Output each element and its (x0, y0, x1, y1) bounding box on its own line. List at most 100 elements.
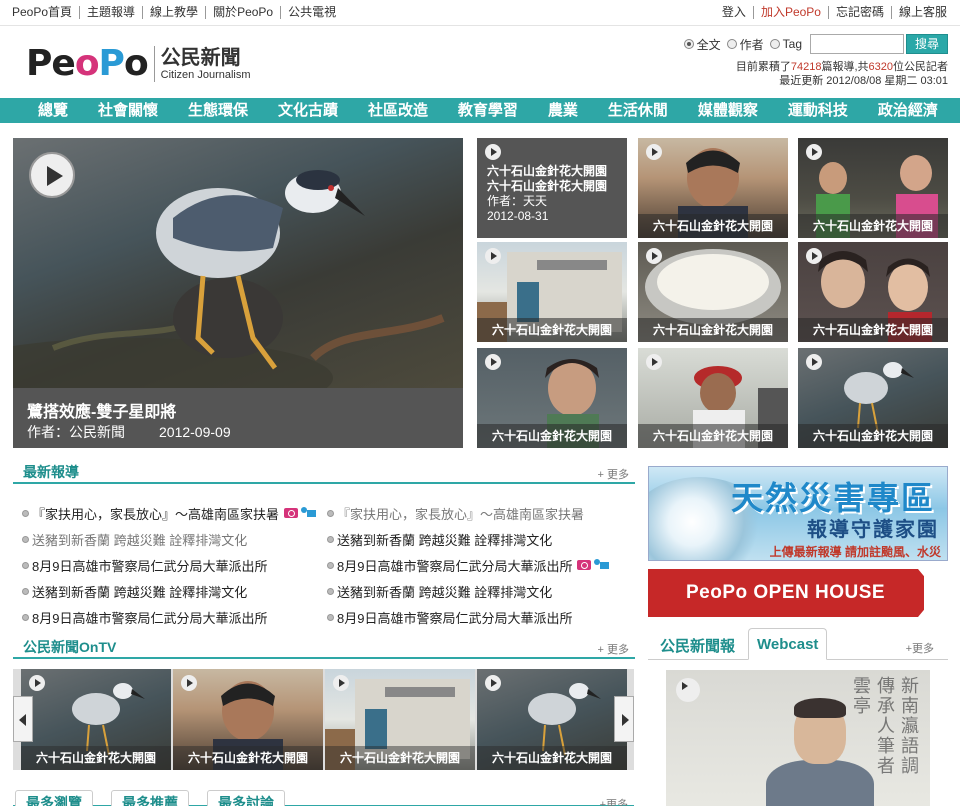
link-login[interactable]: 登入 (715, 6, 754, 19)
nav-education[interactable]: 教育學習 (458, 98, 518, 123)
play-icon[interactable] (806, 354, 822, 370)
search-input[interactable] (810, 34, 904, 54)
link-tutorial[interactable]: 線上教學 (143, 6, 207, 19)
video-thumb[interactable]: 六十石山金針花大開園 (477, 242, 627, 342)
news-item[interactable]: 送豬到新香蘭 跨越災難 詮釋排灣文化 (327, 530, 632, 549)
search-option-author[interactable]: 作者 (726, 36, 764, 53)
link-about[interactable]: 關於PeoPo (206, 6, 282, 19)
thumb-label: 六十石山金針花大開園 (638, 424, 788, 448)
latest-news-list: 『家扶用心，家長放心』～高雄南區家扶暑 『家扶用心，家長放心』～高雄南區家扶暑 … (22, 500, 632, 630)
top-bar: PeoPo首頁 主題報導 線上教學 關於PeoPo 公共電視 登入 加入PeoP… (0, 0, 960, 26)
play-icon[interactable] (676, 678, 700, 702)
tv-item[interactable]: 六十石山金針花大開園 (477, 669, 627, 770)
link-topics[interactable]: 主題報導 (80, 6, 144, 19)
tv-item[interactable]: 六十石山金針花大開園 (325, 669, 475, 770)
video-thumb[interactable]: 六十石山金針花大開園 (798, 242, 948, 342)
bullet-icon (327, 535, 334, 543)
nav-culture[interactable]: 文化古蹟 (278, 98, 338, 123)
video-thumb[interactable]: 六十石山金針花大開園 (798, 138, 948, 238)
search-option-fulltext[interactable]: 全文 (683, 36, 721, 53)
featured-date: 2012-09-09 (159, 424, 231, 440)
video-icon (301, 507, 317, 519)
nav-social[interactable]: 社會關懷 (98, 98, 158, 123)
play-icon[interactable] (806, 248, 822, 264)
play-icon[interactable] (806, 144, 822, 160)
play-icon[interactable] (485, 675, 501, 691)
news-item[interactable]: 『家扶用心，家長放心』～高雄南區家扶暑 (327, 504, 632, 523)
site-logo[interactable]: PeoPo 公民新聞 Citizen Journalism (26, 44, 251, 84)
section-title: 最新報導 (23, 464, 79, 480)
search-button[interactable]: 搜尋 (906, 34, 948, 54)
nav-sports-tech[interactable]: 運動科技 (788, 98, 848, 123)
nav-agriculture[interactable]: 農業 (548, 98, 578, 123)
link-peopo-home[interactable]: PeoPo首頁 (8, 6, 81, 19)
thumb-label: 六十石山金針花大開園 (638, 318, 788, 342)
link-forgot-password[interactable]: 忘記密碼 (829, 6, 892, 19)
featured-video[interactable]: 鷺搭效應-雙子星即將 作者：公民新聞 2012-09-09 (13, 138, 463, 448)
nav-community[interactable]: 社區改造 (368, 98, 428, 123)
webcast-player[interactable]: 新南瀛語調傳承人筆者雲亭 (666, 670, 930, 806)
nav-leisure[interactable]: 生活休閒 (608, 98, 668, 123)
video-thumb[interactable]: 六十石山金針花大開園 (638, 242, 788, 342)
play-icon[interactable] (333, 675, 349, 691)
tv-label: 六十石山金針花大開園 (173, 746, 323, 770)
video-thumb[interactable]: 六十石山金針花大開園 六十石山金針花大開園 作者：天天 2012-08-31 (477, 138, 627, 238)
news-item[interactable]: 8月9日高雄市警察局仁武分局大華派出所 (327, 608, 632, 627)
carousel-prev-arrow[interactable] (13, 696, 33, 742)
banner-note: 上傳最新報導 請加註颱風、水災 (769, 545, 941, 559)
link-join[interactable]: 加入PeoPo (754, 6, 829, 19)
news-item[interactable]: 送豬到新香蘭 跨越災難 詮釋排灣文化 (22, 582, 327, 601)
more-link[interactable]: +更多 (600, 796, 628, 806)
news-item[interactable]: 送豬到新香蘭 跨越災難 詮釋排灣文化 (22, 530, 327, 549)
logo-wordmark: PeoPo (26, 43, 149, 84)
play-icon[interactable] (29, 675, 45, 691)
play-icon[interactable] (485, 144, 501, 160)
nav-ecology[interactable]: 生態環保 (188, 98, 248, 123)
video-thumb[interactable]: 六十石山金針花大開園 (798, 348, 948, 448)
link-support[interactable]: 線上客服 (892, 6, 954, 19)
play-icon[interactable] (485, 354, 501, 370)
featured-title[interactable]: 鷺搭效應-雙子星即將 (27, 398, 176, 422)
video-thumb[interactable]: 六十石山金針花大開園 (477, 348, 627, 448)
photo-icon (284, 508, 299, 518)
play-icon[interactable] (646, 144, 662, 160)
nav-media[interactable]: 媒體觀察 (698, 98, 758, 123)
disaster-banner[interactable]: 天然災害專區 報導守護家園 上傳最新報導 請加註颱風、水災 (648, 466, 948, 561)
featured-photo (13, 138, 463, 418)
tab-most-recommended[interactable]: 最多推薦 (111, 790, 189, 806)
news-item[interactable]: 『家扶用心，家長放心』～高雄南區家扶暑 (22, 504, 327, 523)
search-option-tag[interactable]: Tag (769, 37, 802, 51)
play-icon[interactable] (646, 248, 662, 264)
banner-title: PeoPo OPEN HOUSE (686, 582, 886, 603)
news-row: 送豬到新香蘭 跨越災難 詮釋排灣文化 送豬到新香蘭 跨越災難 詮釋排灣文化 (22, 578, 632, 604)
tab-most-discussed[interactable]: 最多討論 (207, 790, 285, 806)
ontv-carousel: 六十石山金針花大開園 六十石山金針花大開園 六十石山金針花大開園 六十石山金針花… (13, 669, 634, 770)
news-item[interactable]: 8月9日高雄市警察局仁武分局大華派出所 (22, 556, 327, 575)
news-item[interactable]: 送豬到新香蘭 跨越災難 詮釋排灣文化 (327, 582, 632, 601)
play-icon[interactable] (485, 248, 501, 264)
nav-politics[interactable]: 政治經濟 (878, 98, 938, 123)
tv-item[interactable]: 六十石山金針花大開園 (21, 669, 171, 770)
tab-most-viewed[interactable]: 最多瀏覽 (15, 790, 93, 806)
openhouse-banner[interactable]: PeoPo OPEN HOUSE (648, 569, 948, 617)
play-icon[interactable] (181, 675, 197, 691)
more-link[interactable]: + 更多 (598, 641, 629, 657)
tv-item[interactable]: 六十石山金針花大開園 (173, 669, 323, 770)
tab-citizen-news[interactable]: 公民新聞報 (652, 628, 743, 660)
stats-count: 目前累積了74218篇報導,共6320位公民記者 (735, 61, 948, 73)
logo-text: 公民新聞 Citizen Journalism (161, 47, 251, 82)
tab-webcast[interactable]: Webcast (748, 628, 828, 660)
video-thumb[interactable]: 六十石山金針花大開園 (638, 138, 788, 238)
news-item[interactable]: 8月9日高雄市警察局仁武分局大華派出所 (22, 608, 327, 627)
news-item[interactable]: 8月9日高雄市警察局仁武分局大華派出所 (327, 556, 632, 575)
link-pts[interactable]: 公共電視 (281, 6, 343, 19)
tv-label: 六十石山金針花大開園 (477, 746, 627, 770)
more-link[interactable]: + 更多 (598, 466, 629, 482)
play-icon[interactable] (29, 152, 75, 198)
carousel-next-arrow[interactable] (614, 696, 634, 742)
nav-overview[interactable]: 總覽 (38, 98, 68, 123)
thumb-label: 六十石山金針花大開園 (477, 318, 627, 342)
play-icon[interactable] (646, 354, 662, 370)
video-thumb[interactable]: 六十石山金針花大開園 (638, 348, 788, 448)
more-link[interactable]: +更多 (906, 640, 934, 656)
